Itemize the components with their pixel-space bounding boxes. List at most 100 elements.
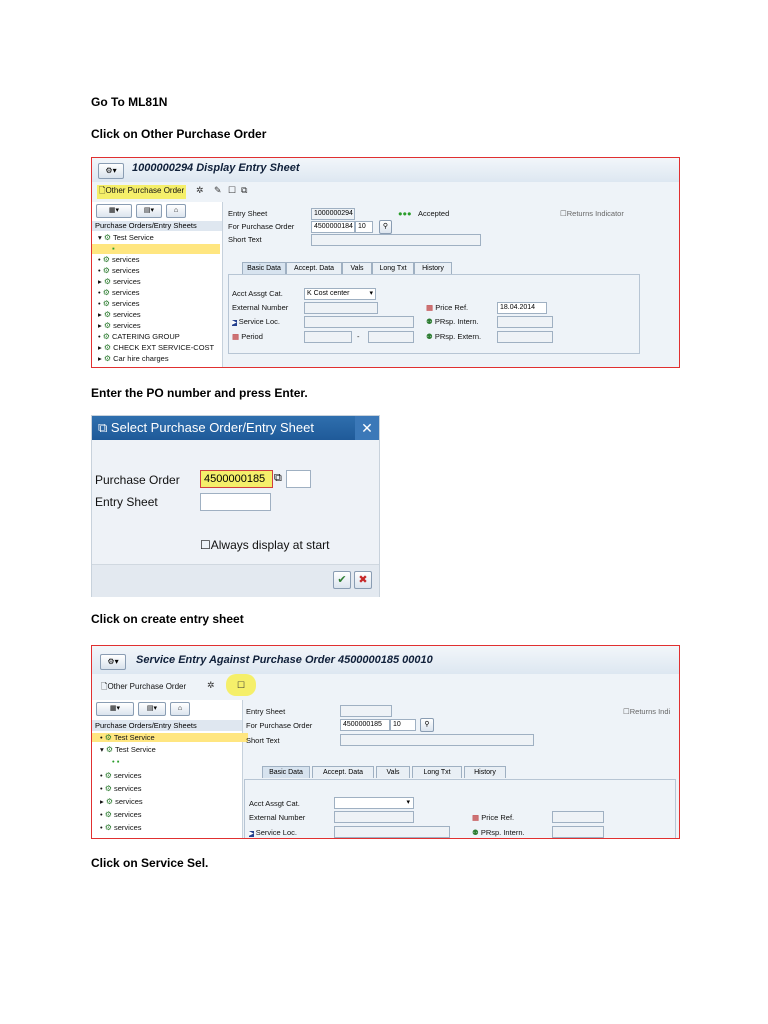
tree-node-services[interactable]: • ⚙ services bbox=[98, 299, 140, 308]
returns-indicator-checkbox[interactable]: ☐Returns Indicator bbox=[560, 209, 624, 218]
tree-header: Purchase Orders/Entry Sheets bbox=[92, 221, 222, 231]
service-loc-field[interactable] bbox=[304, 316, 414, 328]
acct-assgt-label: Acct Assgt Cat. bbox=[249, 799, 300, 808]
for-po-label: For Purchase Order bbox=[228, 222, 295, 231]
price-ref-field[interactable]: 18.04.2014 bbox=[497, 302, 547, 314]
service-icon: ⚙ bbox=[104, 784, 112, 793]
tree-node-services[interactable]: • ⚙ services bbox=[98, 288, 140, 297]
green-status-icon: ▪ bbox=[112, 244, 115, 253]
acct-assgt-dropdown[interactable]: ▾ bbox=[334, 797, 414, 809]
tree-node-check-ext-service[interactable]: ▸ ⚙ CHECK EXT SERVICE-COST bbox=[98, 343, 214, 352]
tab-basic-data[interactable]: Basic Data bbox=[242, 262, 286, 274]
dialog-icon: ⧉ bbox=[98, 420, 108, 435]
tree-node-car-hire[interactable]: ▸ ⚙ Car hire charges bbox=[98, 354, 169, 363]
tree-node-services[interactable]: • ⚙ services bbox=[100, 823, 142, 832]
tree-node-services[interactable]: ▸ ⚙ services bbox=[98, 321, 141, 330]
cancel-button[interactable]: ✖ bbox=[354, 571, 372, 589]
tree-node-services[interactable]: • ⚙ services bbox=[100, 784, 142, 793]
service-loc-field[interactable] bbox=[334, 826, 450, 838]
instruction-step1: Go To ML81N bbox=[91, 95, 168, 109]
tree-node-services[interactable]: • ⚙ services bbox=[100, 810, 142, 819]
tree-filter-button[interactable]: ⌂ bbox=[170, 702, 190, 716]
price-ref-field[interactable] bbox=[552, 811, 604, 823]
tab-vals[interactable]: Vals bbox=[376, 766, 410, 778]
purchase-order-label: Purchase Order bbox=[95, 473, 180, 487]
tree-node-entry-sheet[interactable]: • ▪ bbox=[112, 757, 119, 766]
short-text-field[interactable] bbox=[311, 234, 481, 246]
tree-node-test-service-selected[interactable]: • ⚙ Test Service bbox=[92, 733, 248, 742]
prsp-intern-field[interactable] bbox=[552, 826, 604, 838]
play-icon: ▶ bbox=[249, 831, 254, 837]
tree-expand-button[interactable]: ▦▾ bbox=[96, 702, 134, 716]
calendar-icon: ▦ bbox=[232, 332, 240, 341]
other-purchase-order-button[interactable]: 🗋Other Purchase Order bbox=[97, 185, 187, 199]
external-number-field[interactable] bbox=[334, 811, 414, 823]
tab-accept-data[interactable]: Accept. Data bbox=[312, 766, 374, 778]
entry-sheet-field[interactable] bbox=[340, 705, 392, 717]
tree-node-test-service[interactable]: ▾ ⚙ Test Service bbox=[100, 745, 156, 754]
tree-node-entry-sheet-selected[interactable]: ▪ bbox=[92, 244, 220, 254]
refresh-icon[interactable]: ✲ bbox=[196, 185, 204, 196]
po-item-field[interactable] bbox=[286, 470, 311, 488]
entry-sheet-label: Entry Sheet bbox=[95, 495, 158, 509]
prsp-extern-field[interactable] bbox=[497, 331, 553, 343]
po-number-field[interactable]: 4500000185 bbox=[340, 719, 390, 731]
tree-node-catering-group[interactable]: • ⚙ CATERING GROUP bbox=[98, 332, 180, 341]
tab-history[interactable]: History bbox=[464, 766, 506, 778]
entry-sheet-field[interactable]: 1000000294 bbox=[311, 208, 355, 220]
price-ref-label: ▦ Price Ref. bbox=[472, 813, 515, 822]
copy-icon[interactable]: ⧉ bbox=[241, 185, 247, 196]
tree-node-services[interactable]: • ⚙ services bbox=[100, 771, 142, 780]
refresh-icon[interactable]: ✲ bbox=[207, 680, 215, 691]
tree-layout-button[interactable]: ▤▾ bbox=[138, 702, 166, 716]
service-icon: ⚙ bbox=[102, 288, 110, 297]
traffic-light-icon: ●●● bbox=[398, 209, 412, 218]
acct-assgt-dropdown[interactable]: K Cost center ▾ bbox=[304, 288, 376, 300]
po-item-field[interactable]: 10 bbox=[390, 719, 416, 731]
other-purchase-order-button[interactable]: 🗋Other Purchase Order bbox=[101, 681, 186, 695]
po-item-field[interactable]: 10 bbox=[355, 221, 373, 233]
tree-layout-button[interactable]: ▤▾ bbox=[136, 204, 162, 218]
ok-button[interactable]: ✔ bbox=[333, 571, 351, 589]
tree-expand-button[interactable]: ▦▾ bbox=[96, 204, 132, 218]
tab-accept-data[interactable]: Accept. Data bbox=[286, 262, 342, 274]
create-entry-sheet-icon[interactable]: ☐ bbox=[226, 674, 256, 696]
instruction-step4: Click on create entry sheet bbox=[91, 612, 244, 626]
po-lookup-icon[interactable]: ⚲ bbox=[420, 718, 434, 732]
service-icon: ⚙ bbox=[104, 823, 112, 832]
tab-history[interactable]: History bbox=[414, 262, 452, 274]
po-tree-panel: ▦▾ ▤▾ ⌂ Purchase Orders/Entry Sheets • ⚙… bbox=[92, 700, 248, 838]
tree-node-services[interactable]: • ⚙ services bbox=[98, 266, 140, 275]
po-lookup-icon[interactable]: ⚲ bbox=[379, 220, 392, 234]
search-help-icon[interactable]: ⧉ bbox=[274, 472, 282, 485]
entry-sheet-field[interactable] bbox=[200, 493, 271, 511]
period-to-field[interactable] bbox=[368, 331, 414, 343]
tree-filter-button[interactable]: ⌂ bbox=[166, 204, 186, 218]
tree-node-test-service[interactable]: ▾ ⚙ Test Service bbox=[98, 233, 154, 242]
po-number-field[interactable]: 4500000184 bbox=[311, 221, 355, 233]
purchase-order-field[interactable]: 4500000185 bbox=[200, 470, 273, 488]
always-display-checkbox[interactable]: ☐Always display at start bbox=[200, 538, 329, 552]
tree-header: Purchase Orders/Entry Sheets bbox=[92, 720, 242, 731]
tree-node-services[interactable]: ▸ ⚙ services bbox=[98, 310, 141, 319]
short-text-field[interactable] bbox=[340, 734, 534, 746]
period-from-field[interactable] bbox=[304, 331, 352, 343]
external-number-field[interactable] bbox=[304, 302, 378, 314]
tab-vals[interactable]: Vals bbox=[342, 262, 372, 274]
tree-node-services[interactable]: ▸ ⚙ services bbox=[100, 797, 143, 806]
tree-node-services[interactable]: • ⚙ services bbox=[98, 255, 140, 264]
tab-long-txt[interactable]: Long Txt bbox=[412, 766, 462, 778]
create-icon[interactable]: ☐ bbox=[228, 185, 236, 196]
service-loc-label: ▶ Service Loc. bbox=[249, 828, 297, 837]
sap-menu-button[interactable]: ⚙▾ bbox=[100, 654, 126, 670]
basic-data-panel bbox=[244, 779, 676, 838]
close-icon[interactable]: ✕ bbox=[355, 416, 379, 440]
tree-node-services[interactable]: ▸ ⚙ services bbox=[98, 277, 141, 286]
tab-long-txt[interactable]: Long Txt bbox=[372, 262, 414, 274]
edit-icon[interactable]: ✎ bbox=[214, 185, 222, 196]
returns-indicator-checkbox[interactable]: ☐Returns Indi bbox=[623, 707, 670, 716]
sap-menu-button[interactable]: ⚙▾ bbox=[98, 163, 124, 179]
tab-basic-data[interactable]: Basic Data bbox=[262, 766, 310, 778]
prsp-intern-field[interactable] bbox=[497, 316, 553, 328]
prsp-intern-label: ⚉ PRsp. Intern. bbox=[426, 317, 479, 326]
